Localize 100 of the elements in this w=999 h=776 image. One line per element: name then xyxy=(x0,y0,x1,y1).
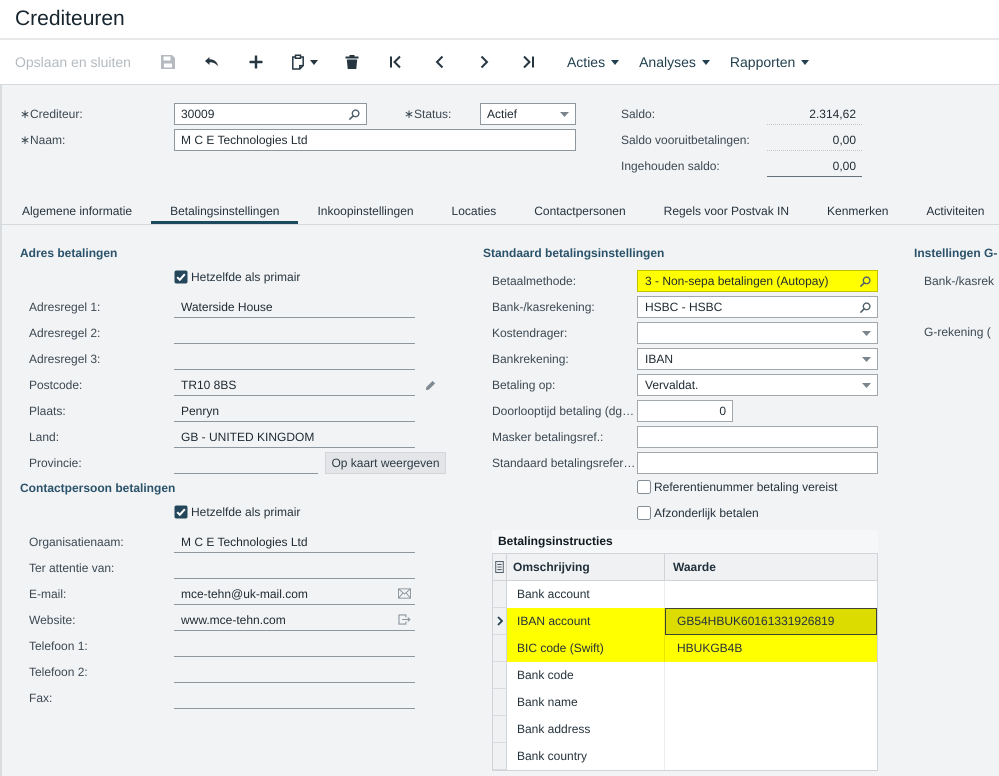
caret-icon xyxy=(310,60,318,64)
search-icon[interactable] xyxy=(349,108,360,120)
clipboard-icon xyxy=(290,54,306,70)
text-field[interactable]: mce-tehn@uk-mail.com xyxy=(174,583,415,605)
table-cell: Bank country xyxy=(507,743,665,770)
number-field[interactable]: 0 xyxy=(637,400,733,422)
field-label: Telefoon 1: xyxy=(28,639,89,653)
dropdown-field[interactable]: Vervaldat. xyxy=(637,374,878,396)
checkbox[interactable] xyxy=(174,270,188,284)
field-label: Fax: xyxy=(28,691,54,705)
text-field[interactable]: TR10 8BS xyxy=(174,374,415,396)
field-label: Postcode: xyxy=(28,378,84,392)
field-label: Adresregel 2: xyxy=(28,326,102,340)
caret-icon xyxy=(862,382,871,388)
field-label: ∗Crediteur: xyxy=(20,107,84,121)
checkbox[interactable] xyxy=(637,506,651,520)
caret-icon xyxy=(702,60,710,64)
field-label: Saldo: xyxy=(621,107,656,121)
tab[interactable]: Betalingsinstellingen xyxy=(151,198,298,224)
checkbox[interactable] xyxy=(637,480,651,494)
external-link-icon[interactable] xyxy=(398,614,411,625)
field-label: Bank-/kasrek xyxy=(923,273,996,290)
section-title: Adres betalingen xyxy=(20,245,118,262)
field-label: Kostendrager: xyxy=(491,326,568,340)
dropdown-field[interactable]: Actief xyxy=(480,103,576,125)
field-label: Standaard betalingsrefer… xyxy=(491,456,636,470)
field-label: Betaling op: xyxy=(491,378,556,392)
tab[interactable]: Locaties xyxy=(432,198,516,224)
row-selector[interactable] xyxy=(493,608,507,635)
checkbox-label: Hetzelfde als primair xyxy=(191,270,300,284)
text-field[interactable]: M C E Technologies Ltd xyxy=(174,531,415,553)
checkbox[interactable] xyxy=(174,505,188,519)
page-title: Crediteuren xyxy=(15,7,125,31)
text-field[interactable]: Waterside House xyxy=(174,296,415,318)
field-label: E-mail: xyxy=(28,587,68,601)
column-header[interactable]: Omschrijving xyxy=(507,554,665,580)
text-field[interactable]: Penryn xyxy=(174,400,415,422)
table-row[interactable]: BIC code (Swift) HBUKGB4B xyxy=(493,635,877,662)
field-label: Doorlooptijd betaling (dg… xyxy=(491,404,636,418)
table-cell[interactable]: GB54HBUK60161331926819 xyxy=(665,608,877,635)
table-cell[interactable]: HBUKGB4B xyxy=(665,635,877,662)
menu-button[interactable]: Rapporten xyxy=(720,40,820,84)
field-label: Organisatienaam: xyxy=(28,535,125,549)
tab[interactable]: Regels voor Postvak IN xyxy=(644,198,808,224)
trash-icon xyxy=(344,54,360,70)
tab[interactable]: Algemene informatie xyxy=(3,198,152,224)
field-label: Plaats: xyxy=(28,404,67,418)
grid-title: Betalingsinstructies xyxy=(492,530,878,553)
tab[interactable]: Activiteiten xyxy=(907,198,984,224)
lookup-field[interactable]: HSBC - HSBC xyxy=(637,296,878,318)
caret-icon xyxy=(801,60,810,64)
caret-icon xyxy=(560,112,569,116)
field-label: Ter attentie van: xyxy=(28,561,116,575)
amount-field: 0,00 xyxy=(767,155,862,177)
pencil-icon[interactable] xyxy=(425,380,436,390)
text-field[interactable]: www.mce-tehn.com xyxy=(174,609,415,631)
column-header[interactable]: Waarde xyxy=(665,554,877,580)
section-title: Standaard betalingsinstellingen xyxy=(483,245,666,262)
table-row[interactable]: IBAN account GB54HBUK60161331926819 xyxy=(493,608,877,635)
amount-field: 0,00 xyxy=(767,129,862,151)
section-title: Instellingen G- xyxy=(914,245,998,262)
field-label: Ingehouden saldo: xyxy=(621,159,721,173)
text-field[interactable] xyxy=(637,452,878,474)
field-label: Telefoon 2: xyxy=(28,665,89,679)
text-field[interactable]: M C E Technologies Ltd xyxy=(174,129,576,151)
search-icon[interactable] xyxy=(860,302,871,312)
text-field[interactable] xyxy=(637,426,878,448)
checkbox-label: Referentienummer betaling vereist xyxy=(654,480,838,494)
field-label: G-rekening ( xyxy=(923,324,992,341)
list-icon[interactable] xyxy=(495,561,504,573)
lookup-field[interactable]: 3 - Non-sepa betalingen (Autopay) xyxy=(637,270,878,292)
plus-icon xyxy=(248,54,264,70)
field-label: ∗Naam: xyxy=(20,133,66,147)
field-label: Provincie: xyxy=(28,456,83,470)
field-label: Saldo vooruitbetalingen: xyxy=(621,133,751,147)
tab[interactable]: Kenmerken xyxy=(808,198,908,224)
tab[interactable]: Contactpersonen xyxy=(515,198,645,224)
field-label: Land: xyxy=(28,430,60,444)
menu-button[interactable]: Acties xyxy=(556,40,630,84)
section-title: Contactpersoon betalingen xyxy=(20,480,176,497)
dropdown-field[interactable]: IBAN xyxy=(637,348,878,370)
field-label: Bankrekening: xyxy=(491,352,570,366)
amount-field: 2.314,62 xyxy=(767,103,862,125)
show-on-map-button[interactable]: Op kaart weergeven xyxy=(325,452,446,474)
search-icon[interactable] xyxy=(860,276,871,286)
field-label: Website: xyxy=(28,613,76,627)
text-field[interactable]: GB - UNITED KINGDOM xyxy=(174,426,415,448)
field-label: Adresregel 3: xyxy=(28,352,102,366)
checkbox-label: Hetzelfde als primair xyxy=(191,505,300,519)
dropdown-field[interactable] xyxy=(637,322,878,344)
tab[interactable]: Inkoopinstellingen xyxy=(298,198,433,224)
chevron-right-icon xyxy=(496,616,502,626)
field-label: Bank-/kasrekening: xyxy=(491,300,596,314)
lookup-field[interactable]: 30009 xyxy=(174,103,367,125)
field-label: Adresregel 1: xyxy=(28,300,102,314)
caret-icon xyxy=(862,330,871,336)
field-label: ∗Status: xyxy=(404,107,452,121)
envelope-icon[interactable] xyxy=(398,588,411,599)
caret-icon xyxy=(862,356,871,362)
menu-button[interactable]: Analyses xyxy=(629,40,720,84)
